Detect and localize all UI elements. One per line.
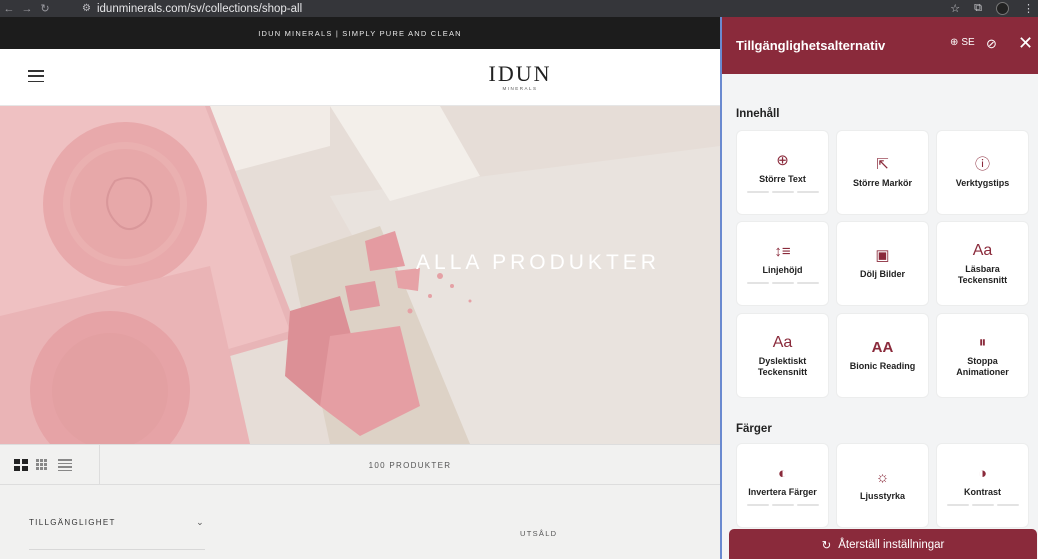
filter-area: TILLGÄNGLIGHET ⌄ UTSÅLD — [0, 485, 720, 559]
cursor-icon: ⇱ — [876, 156, 889, 173]
card-dyslexic-font[interactable]: Aa Dyslektiskt Teckensnitt — [737, 314, 828, 397]
level-steps — [746, 282, 819, 284]
card-label: Verktygstips — [955, 178, 1010, 188]
card-bionic-reading[interactable]: AA Bionic Reading — [837, 314, 928, 397]
language-code: SE — [961, 37, 975, 48]
accessibility-panel: Tillgänglighetsalternativ ⊕ SE ⊘ ✕ Inneh… — [720, 17, 1038, 559]
card-line-height[interactable]: ↕≡ Linjehöjd — [737, 222, 828, 305]
tooltip-icon: ⓘ — [974, 156, 990, 173]
card-label: Läsbara Teckensnitt — [957, 263, 1008, 285]
logo-sub: MINERALS — [502, 86, 538, 91]
reset-settings-button[interactable]: ↻ Återställ inställningar — [729, 529, 1037, 559]
site-header: IDUN MINERALS — [0, 49, 720, 106]
card-contrast[interactable]: ◑ Kontrast — [937, 444, 1028, 527]
hide-panel-icon[interactable]: ⊘ — [986, 36, 997, 52]
card-label: Linjehöjd — [762, 265, 803, 275]
contrast-icon: ◑ — [977, 465, 988, 482]
back-icon[interactable]: ← — [0, 3, 18, 15]
extensions-icon[interactable]: ⧉ — [974, 2, 982, 15]
product-count: 100 PRODUKTER — [368, 460, 452, 470]
reset-label: Återställ inställningar — [838, 539, 945, 551]
card-label: Stoppa Animationer — [956, 355, 1009, 377]
site-settings-icon[interactable]: ⚙ — [82, 3, 91, 14]
grid-large-view-icon[interactable] — [14, 459, 28, 471]
card-label: Dölj Bilder — [859, 269, 905, 279]
collection-toolbar: 100 PRODUKTER — [0, 444, 720, 485]
browser-toolbar: ← → ↻ ⚙ idunminerals.com/sv/collections/… — [0, 0, 1038, 17]
card-larger-text[interactable]: ⊕ Större Text — [737, 131, 828, 214]
zoom-in-icon: ⊕ — [776, 152, 789, 169]
image-icon: ▣ — [875, 247, 890, 264]
dyslexic-font-icon: Aa — [772, 333, 793, 351]
hero-banner: ALLA PRODUKTER — [0, 106, 720, 444]
card-label: Bionic Reading — [849, 361, 916, 371]
list-view-icon[interactable] — [58, 459, 72, 471]
level-steps — [946, 504, 1019, 506]
invert-icon: ◐ — [777, 465, 788, 482]
card-larger-cursor[interactable]: ⇱ Större Markör — [837, 131, 928, 214]
bookmark-star-icon[interactable]: ☆ — [950, 2, 960, 15]
level-steps — [746, 191, 819, 193]
grid-small-view-icon[interactable] — [36, 459, 50, 471]
level-steps — [746, 504, 819, 506]
line-height-icon: ↕≡ — [774, 243, 791, 260]
card-tooltips[interactable]: ⓘ Verktygstips — [937, 131, 1028, 214]
brightness-icon: ☼ — [875, 469, 890, 486]
card-label: Större Text — [759, 174, 806, 184]
announcement-bar: IDUN MINERALS | SIMPLY PURE AND CLEAN — [0, 17, 720, 49]
browser-menu-icon[interactable]: ⋮ — [1023, 2, 1034, 15]
announcement-text: IDUN MINERALS | SIMPLY PURE AND CLEAN — [258, 28, 462, 38]
card-readable-font[interactable]: Aa Läsbara Teckensnitt — [937, 222, 1028, 305]
hero-image — [0, 106, 720, 444]
section-label-content: Innehåll — [736, 108, 780, 120]
section-label-colors: Färger — [736, 423, 772, 435]
address-bar[interactable]: ⚙ idunminerals.com/sv/collections/shop-a… — [82, 0, 302, 17]
reset-icon: ↻ — [821, 540, 832, 552]
language-selector[interactable]: ⊕ SE — [950, 37, 975, 48]
filter-availability-label: TILLGÄNGLIGHET — [29, 518, 116, 527]
card-stop-animations[interactable]: ⏸ Stoppa Animationer — [937, 314, 1028, 397]
card-label: Dyslektiskt Teckensnitt — [757, 355, 808, 377]
panel-title: Tillgänglighetsalternativ — [736, 38, 886, 53]
reload-icon[interactable]: ↻ — [36, 2, 54, 15]
filter-availability[interactable]: TILLGÄNGLIGHET ⌄ — [29, 517, 205, 550]
browser-actions: ☆ ⧉ ⋮ — [950, 0, 1034, 17]
card-label: Större Markör — [852, 178, 913, 188]
bionic-reading-icon: AA — [871, 339, 894, 356]
card-hide-images[interactable]: ▣ Dölj Bilder — [837, 222, 928, 305]
menu-icon[interactable] — [28, 70, 44, 82]
forward-icon[interactable]: → — [18, 3, 36, 15]
site-logo[interactable]: IDUN MINERALS — [470, 61, 570, 92]
logo-brand: IDUN — [488, 61, 552, 86]
globe-icon: ⊕ — [950, 37, 959, 48]
url-text: idunminerals.com/sv/collections/shop-all — [96, 2, 303, 15]
chevron-down-icon: ⌄ — [196, 517, 205, 527]
view-toggles — [0, 445, 100, 485]
sold-out-label: UTSÅLD — [520, 529, 558, 538]
card-label: Ljusstyrka — [859, 491, 906, 501]
card-brightness[interactable]: ☼ Ljusstyrka — [837, 444, 928, 527]
pause-icon: ⏸ — [978, 333, 987, 351]
profile-avatar[interactable] — [996, 2, 1009, 15]
card-invert-colors[interactable]: ◐ Invertera Färger — [737, 444, 828, 527]
card-label: Invertera Färger — [748, 487, 817, 497]
close-icon[interactable]: ✕ — [1018, 33, 1033, 53]
panel-header: Tillgänglighetsalternativ ⊕ SE ⊘ ✕ — [722, 17, 1038, 74]
readable-font-icon: Aa — [972, 241, 993, 259]
card-label: Kontrast — [963, 487, 1001, 497]
